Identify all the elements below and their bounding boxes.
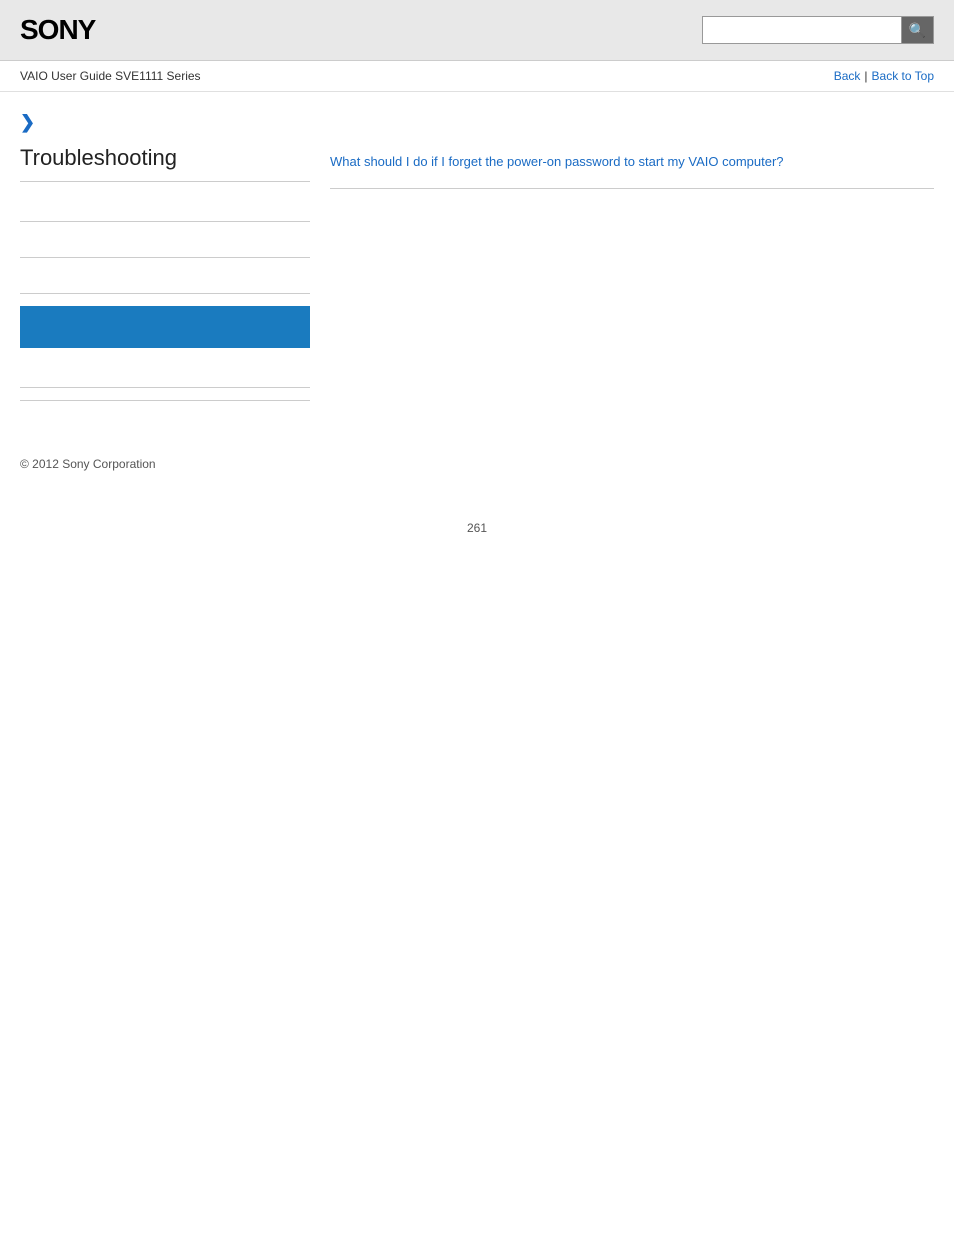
content-divider — [330, 188, 934, 189]
sidebar-item-1 — [20, 198, 310, 222]
breadcrumb-nav: Back | Back to Top — [834, 69, 934, 83]
content-area: What should I do if I forget the power-o… — [330, 112, 934, 417]
search-icon: 🔍 — [909, 22, 926, 39]
guide-title: VAIO User Guide SVE1111 Series — [20, 69, 201, 83]
header: SONY 🔍 — [0, 0, 954, 61]
sidebar-action-button[interactable] — [20, 306, 310, 348]
back-to-top-link[interactable]: Back to Top — [872, 69, 934, 83]
sidebar-item-2 — [20, 234, 310, 258]
sidebar-item-3 — [20, 270, 310, 294]
back-link[interactable]: Back — [834, 69, 861, 83]
search-button[interactable]: 🔍 — [902, 16, 934, 44]
sidebar-chevron[interactable]: ❯ — [20, 112, 310, 133]
page-number: 261 — [0, 521, 954, 555]
main-content: ❯ Troubleshooting What should I do if I … — [0, 92, 954, 437]
sidebar-item-4 — [20, 364, 310, 388]
search-area: 🔍 — [702, 16, 934, 44]
copyright-text: © 2012 Sony Corporation — [20, 457, 156, 471]
content-link-password[interactable]: What should I do if I forget the power-o… — [330, 152, 934, 172]
search-input[interactable] — [702, 16, 902, 44]
sidebar-title: Troubleshooting — [20, 145, 310, 182]
footer: © 2012 Sony Corporation — [0, 437, 954, 481]
sidebar-divider — [20, 400, 310, 401]
breadcrumb-bar: VAIO User Guide SVE1111 Series Back | Ba… — [0, 61, 954, 92]
sony-logo: SONY — [20, 14, 95, 46]
nav-separator: | — [864, 69, 867, 83]
sidebar: ❯ Troubleshooting — [20, 112, 310, 417]
